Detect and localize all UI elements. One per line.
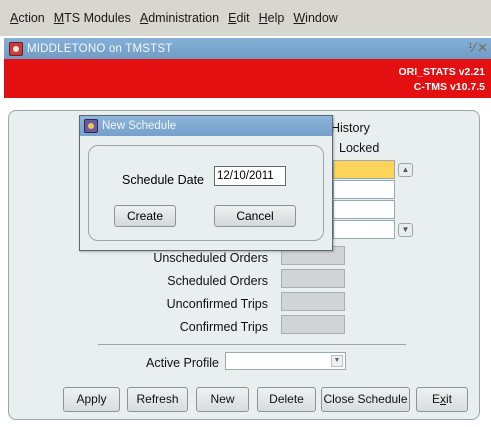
divider	[98, 344, 406, 345]
menu-mts-modules[interactable]: MTS Modules	[54, 11, 131, 25]
dialog-title-bar: New Schedule	[80, 116, 332, 136]
delete-button[interactable]: Delete	[257, 387, 316, 412]
chevron-down-icon[interactable]: ▼	[331, 355, 343, 367]
schedule-date-label: Schedule Date	[122, 173, 205, 187]
locked-label: Locked	[339, 141, 380, 155]
version-ori-stats: ORI_STATS v2.21	[398, 66, 485, 78]
schedule-list-row-selected[interactable]	[333, 160, 395, 179]
app-icon	[9, 41, 23, 56]
version-ctms: C-TMS v10.7.5	[413, 81, 485, 93]
menu-administration[interactable]: Administration	[140, 11, 219, 25]
window-title-bar: MIDDLETONO on TMSTST ⅟ ✕	[4, 38, 491, 59]
dialog-title: New Schedule	[102, 120, 177, 132]
schedule-list-row[interactable]	[333, 220, 395, 239]
menu-action[interactable]: Action	[10, 11, 45, 25]
menu-window[interactable]: Window	[293, 11, 337, 25]
header-banner: ORI_STATS v2.21 C-TMS v10.7.5	[4, 59, 491, 98]
dialog-app-icon	[84, 119, 98, 133]
scheduled-orders-label: Scheduled Orders	[167, 274, 268, 288]
schedule-date-input[interactable]: 12/10/2011	[214, 166, 286, 186]
unconfirmed-trips-label: Unconfirmed Trips	[166, 297, 268, 311]
exit-button[interactable]: Exit	[416, 387, 468, 412]
confirmed-trips-field	[281, 315, 345, 334]
active-profile-label: Active Profile	[146, 356, 219, 370]
history-label: History	[331, 121, 370, 135]
unscheduled-orders-label: Unscheduled Orders	[153, 251, 268, 265]
menu-help[interactable]: Help	[259, 11, 285, 25]
close-schedule-button[interactable]: Close Schedule	[321, 387, 410, 412]
window-title: MIDDLETONO on TMSTST	[27, 42, 173, 55]
apply-button[interactable]: Apply	[63, 387, 120, 412]
menu-bar: Action MTS Modules Administration Edit H…	[0, 0, 491, 36]
cancel-button[interactable]: Cancel	[214, 205, 296, 227]
create-button[interactable]: Create	[114, 205, 176, 227]
schedule-list-row[interactable]	[333, 200, 395, 219]
scroll-down-icon[interactable]: ▼	[398, 223, 413, 237]
active-profile-select[interactable]: ▼	[225, 352, 346, 370]
refresh-button[interactable]: Refresh	[127, 387, 188, 412]
menu-edit[interactable]: Edit	[228, 11, 250, 25]
confirmed-trips-label: Confirmed Trips	[179, 320, 268, 334]
schedule-list-row[interactable]	[333, 180, 395, 199]
scheduled-orders-field	[281, 269, 345, 288]
new-schedule-dialog: New Schedule Schedule Date 12/10/2011 Cr…	[79, 115, 333, 251]
scroll-up-icon[interactable]: ▲	[398, 163, 413, 177]
close-icon[interactable]: ✕	[477, 40, 488, 56]
minimize-icon[interactable]: ⅟	[468, 40, 475, 56]
new-button[interactable]: New	[196, 387, 249, 412]
unconfirmed-trips-field	[281, 292, 345, 311]
